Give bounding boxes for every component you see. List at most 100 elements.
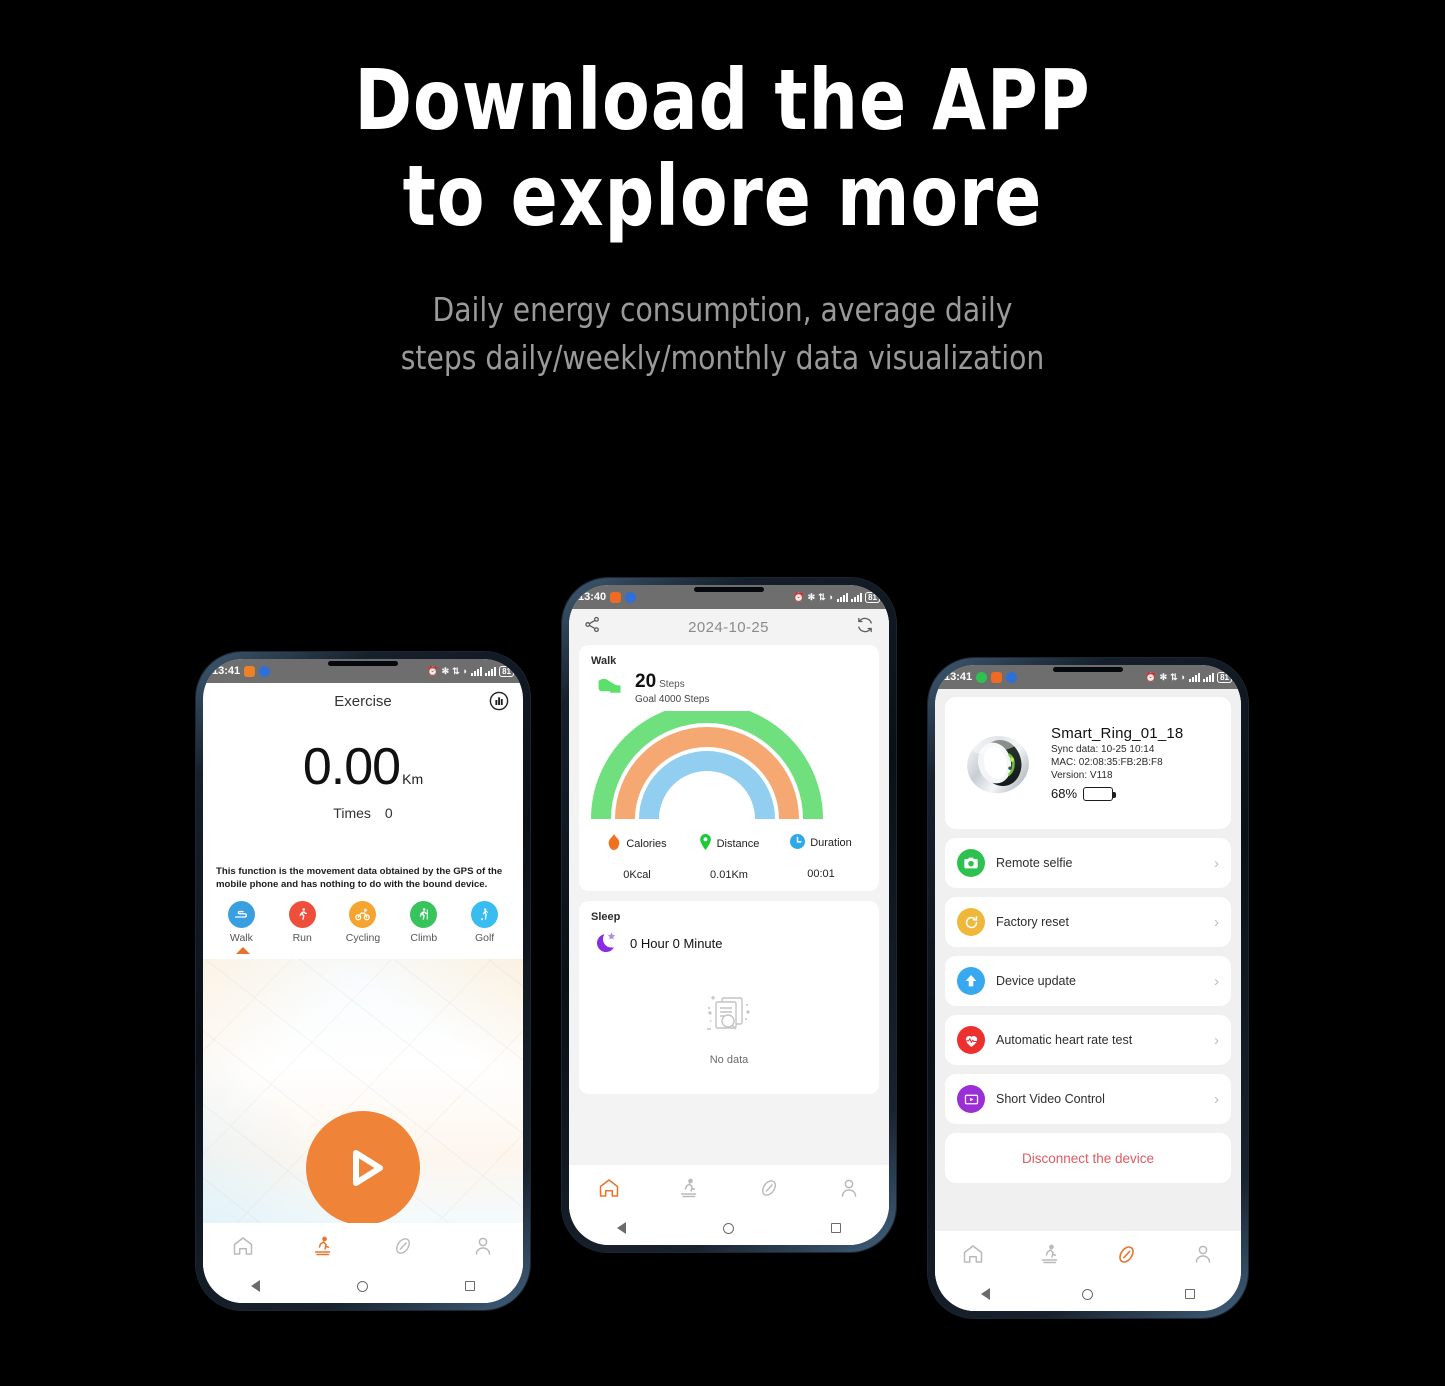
tab-sport[interactable]: [283, 1234, 363, 1258]
tab-profile[interactable]: [443, 1234, 523, 1258]
network-speed-icon: ⇅: [1170, 671, 1178, 682]
nav-back-icon[interactable]: [617, 1222, 627, 1234]
nav-home-icon[interactable]: [356, 1280, 368, 1292]
battery-indicator: 81: [1217, 671, 1232, 683]
phone-screen: 13:41 ⏰ ✻ ⇅ ◗ 81 Smart_Ring_01_18 Sync d…: [935, 665, 1241, 1311]
cycling-icon: [349, 901, 377, 928]
distance-value: 0.00: [302, 738, 401, 796]
bottom-tab-bar: [569, 1165, 889, 1211]
app-badge-blue-icon: [1006, 671, 1018, 683]
device-name: Smart_Ring_01_18: [1051, 725, 1184, 742]
signal-1-icon: [837, 592, 849, 602]
network-speed-icon: ⇅: [818, 591, 826, 602]
nav-home-icon[interactable]: [722, 1222, 734, 1234]
sleep-duration: 0 Hour 0 Minute: [630, 936, 723, 951]
menu-item-remote-selfie[interactable]: Remote selfie ›: [945, 838, 1231, 888]
page-title: Download the APP to explore more: [58, 52, 1387, 244]
page-subtitle-line2: steps daily/weekly/monthly data visualiz…: [400, 338, 1045, 377]
tab-sport[interactable]: [1012, 1242, 1089, 1266]
page-subtitle: Daily energy consumption, average daily …: [36, 286, 1409, 382]
device-info-card[interactable]: Smart_Ring_01_18 Sync data: 10-25 10:14 …: [945, 697, 1231, 829]
metric-value: 0.01Km: [710, 869, 748, 881]
android-nav-bar: [569, 1211, 889, 1245]
camera-icon: [957, 849, 985, 877]
walk-metrics: Calories 0Kcal Distance 0.01Km Duration …: [591, 834, 867, 881]
page-title-line1: Download the APP: [354, 51, 1091, 149]
dashboard-body: 2024-10-25 Walk 20Steps Goal 4000 Steps: [569, 609, 889, 1165]
battery-indicator: 81: [865, 591, 880, 603]
signal-2-icon: [485, 666, 497, 676]
phone-bezel: 13:40 ⏰ ✻ ⇅ ◗ 81 2024-10-25 Walk 20 Step…: [562, 578, 896, 1252]
menu-item-label: Device update: [996, 974, 1076, 988]
menu-item-short-video-control[interactable]: Short Video Control ›: [945, 1074, 1231, 1124]
smart-ring-photo: [967, 734, 1029, 794]
bar-chart-icon[interactable]: [489, 691, 509, 716]
bluetooth-icon: ✻: [807, 591, 816, 602]
selected-caret-icon: [236, 947, 250, 954]
tab-profile[interactable]: [809, 1176, 889, 1200]
sport-item-cycling[interactable]: Cycling: [333, 901, 394, 954]
dashboard-date[interactable]: 2024-10-25: [688, 619, 769, 636]
nav-back-icon[interactable]: [251, 1280, 261, 1292]
sport-item-walk[interactable]: Walk: [211, 901, 272, 954]
moon-star-icon: [595, 928, 621, 959]
tab-home[interactable]: [569, 1176, 649, 1200]
sleep-card-label: Sleep: [591, 911, 621, 923]
signal-2-icon: [1203, 672, 1215, 682]
phone-right-device: 13:41 ⏰ ✻ ⇅ ◗ 81 Smart_Ring_01_18 Sync d…: [928, 658, 1248, 1318]
refresh-icon[interactable]: [855, 615, 875, 640]
menu-item-device-update[interactable]: Device update ›: [945, 956, 1231, 1006]
menu-item-label: Factory reset: [996, 915, 1069, 929]
share-icon[interactable]: [583, 615, 602, 639]
steps-gauge-chart: [591, 703, 823, 820]
menu-item-heart-rate[interactable]: Automatic heart rate test ›: [945, 1015, 1231, 1065]
disconnect-device-button[interactable]: Disconnect the device: [945, 1133, 1231, 1183]
phone-screen: 13:40 ⏰ ✻ ⇅ ◗ 81 2024-10-25 Walk 20 Step…: [569, 585, 889, 1245]
distance-display: 0.00 Km: [203, 737, 523, 797]
map-area[interactable]: [203, 959, 523, 1223]
tab-sport[interactable]: [649, 1176, 729, 1200]
menu-item-label: Automatic heart rate test: [996, 1033, 1133, 1047]
signal-2-icon: [851, 592, 863, 602]
bluetooth-icon: ✻: [441, 665, 450, 676]
page-title-line2: to explore more: [402, 147, 1043, 245]
sport-item-golf[interactable]: Golf: [454, 901, 515, 954]
tab-home[interactable]: [203, 1234, 283, 1258]
nav-home-icon[interactable]: [1082, 1288, 1093, 1300]
sport-item-run[interactable]: Run: [272, 901, 333, 954]
up-arrow-icon: [957, 967, 985, 995]
walk-card[interactable]: Walk 20 Steps Goal 4000 Steps Calories 0…: [579, 645, 879, 891]
tab-profile[interactable]: [1165, 1242, 1242, 1266]
android-nav-bar: [935, 1277, 1241, 1311]
start-exercise-button[interactable]: [306, 1111, 420, 1223]
menu-item-label: Short Video Control: [996, 1092, 1105, 1106]
times-row: Times 0: [203, 805, 523, 821]
nav-recents-icon[interactable]: [464, 1281, 475, 1291]
reset-icon: [957, 908, 985, 936]
nav-back-icon[interactable]: [981, 1288, 990, 1300]
app-badge-blue-icon: [625, 591, 637, 603]
device-version: Version: V118: [1051, 770, 1113, 781]
nav-recents-icon[interactable]: [830, 1223, 841, 1233]
sport-label: Cycling: [345, 932, 381, 944]
metric-value: 00:01: [807, 868, 835, 880]
times-value: 0: [384, 805, 393, 821]
device-battery-pct: 68%: [1051, 786, 1078, 801]
tab-device[interactable]: [1088, 1242, 1165, 1267]
metric-calories: Calories 0Kcal: [591, 834, 683, 881]
nav-recents-icon[interactable]: [1185, 1289, 1195, 1299]
sport-item-climb[interactable]: Climb: [393, 901, 454, 954]
tab-home[interactable]: [935, 1242, 1012, 1266]
sport-label: Walk: [229, 932, 253, 944]
steps-value: 20: [635, 671, 657, 692]
no-data-label: No data: [709, 1054, 749, 1066]
tab-device[interactable]: [363, 1234, 443, 1258]
sleep-card[interactable]: Sleep 0 Hour 0 Minute No data: [579, 901, 879, 1094]
device-mac: MAC: 02:08:35:FB:2B:F8: [1051, 757, 1163, 768]
menu-item-factory-reset[interactable]: Factory reset ›: [945, 897, 1231, 947]
signal-1-icon: [471, 666, 483, 676]
dashboard-header: 2024-10-25: [569, 609, 889, 645]
chevron-right-icon: ›: [1214, 1031, 1219, 1049]
tab-device[interactable]: [729, 1176, 809, 1200]
alarm-icon: ⏰: [427, 665, 439, 676]
